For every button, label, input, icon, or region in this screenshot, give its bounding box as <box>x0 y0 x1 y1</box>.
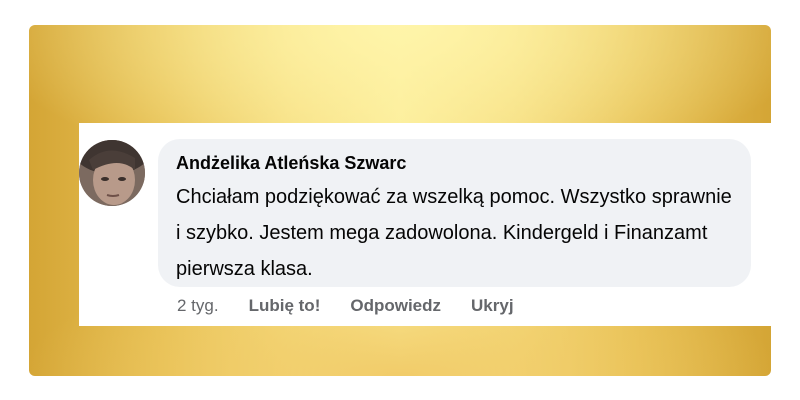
comment-timestamp[interactable]: 2 tyg. <box>177 296 219 316</box>
comment-bubble: Andżelika Atleńska Szwarc Chciałam podzi… <box>158 139 751 287</box>
comment-text: Chciałam podziękować za wszelką pomoc. W… <box>176 186 732 280</box>
comment-card: Andżelika Atleńska Szwarc Chciałam podzi… <box>79 123 771 326</box>
comment-actions: 2 tyg. Lubię to! Odpowiedz Ukryj <box>177 296 544 316</box>
avatar[interactable] <box>79 140 145 206</box>
avatar-photo-icon <box>79 140 145 206</box>
gold-frame: Andżelika Atleńska Szwarc Chciałam podzi… <box>29 25 771 376</box>
comment-author[interactable]: Andżelika Atleńska Szwarc <box>176 153 406 174</box>
like-button[interactable]: Lubię to! <box>249 296 321 316</box>
reply-button[interactable]: Odpowiedz <box>350 296 441 316</box>
hide-button[interactable]: Ukryj <box>471 296 514 316</box>
